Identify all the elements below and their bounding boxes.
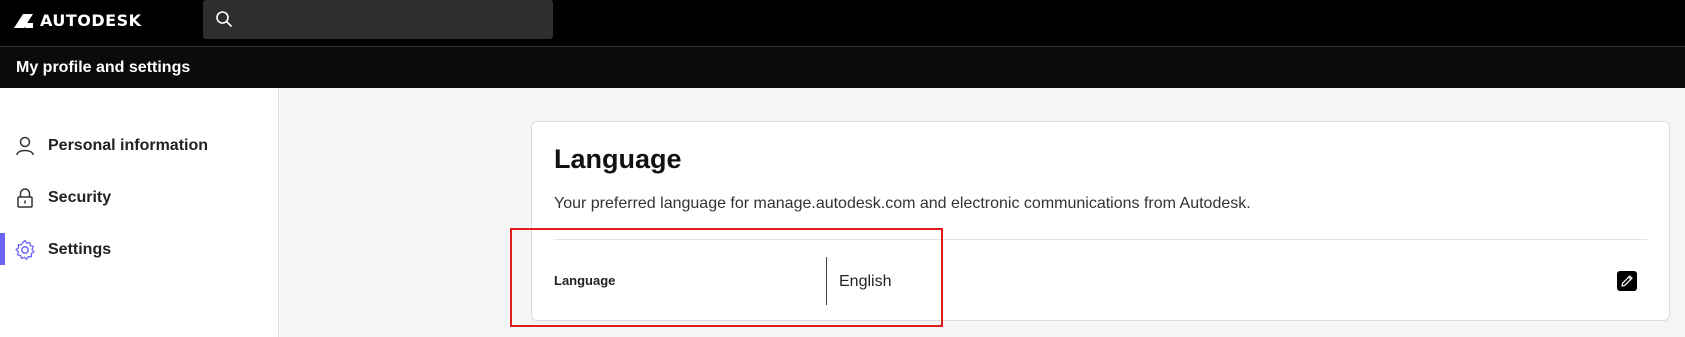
sidebar: Personal information Security Settings <box>0 88 279 337</box>
sidebar-item-label: Personal information <box>48 137 209 154</box>
page-title: My profile and settings <box>16 59 191 76</box>
highlight-box <box>510 228 943 327</box>
sidebar-item-label: Security <box>48 189 112 206</box>
autodesk-logo[interactable]: AUTODESK <box>14 11 142 30</box>
lock-icon <box>14 187 36 209</box>
top-bar: AUTODESK <box>0 0 1685 46</box>
person-icon <box>14 135 36 157</box>
sidebar-item-security[interactable]: Security <box>0 179 279 217</box>
search-icon <box>215 10 233 33</box>
autodesk-logo-icon <box>14 13 33 28</box>
sidebar-item-personal-information[interactable]: Personal information <box>0 127 279 165</box>
edit-pencil-icon <box>1621 275 1633 287</box>
page-header: My profile and settings <box>0 46 1685 88</box>
brand-name: AUTODESK <box>40 11 142 30</box>
card-title: Language <box>554 144 682 174</box>
sidebar-item-settings[interactable]: Settings <box>0 231 279 269</box>
edit-language-button[interactable] <box>1617 271 1637 291</box>
search-input[interactable] <box>203 0 553 39</box>
sidebar-item-label: Settings <box>48 241 112 258</box>
gear-icon <box>14 239 36 261</box>
card-description: Your preferred language for manage.autod… <box>554 195 1251 212</box>
